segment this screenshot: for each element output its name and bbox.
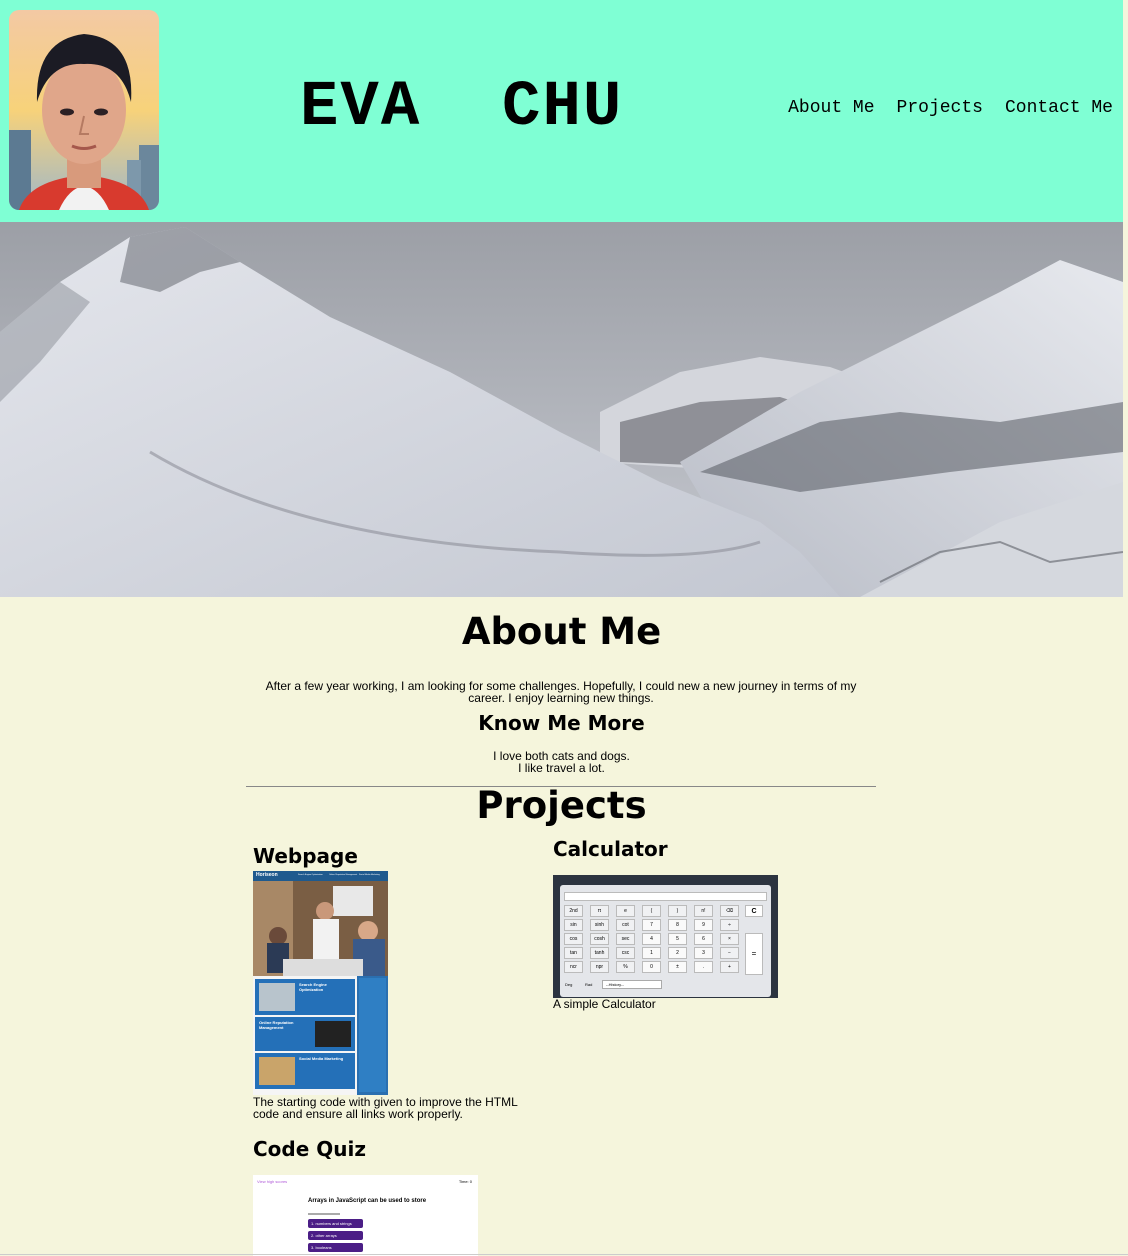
thumb-nav-item: Search Engine Optimization (298, 874, 323, 876)
thumb-section-title: Search Engine Optimization (299, 982, 327, 992)
calc-key: ÷ (720, 919, 739, 931)
calc-display (564, 892, 767, 901)
thumb-section: Online Reputation Management (255, 1017, 355, 1051)
calc-equals-key: = (745, 933, 763, 975)
calc-key: 0 (642, 961, 661, 973)
know-me-more-text: I love both cats and dogs. I like travel… (0, 750, 1123, 774)
project-desc-calculator: A simple Calculator (553, 997, 656, 1011)
know-me-more-heading: Know Me More (478, 711, 645, 735)
calc-key: 8 (668, 919, 687, 931)
calc-key: cot (616, 919, 635, 931)
calc-key: . (694, 961, 713, 973)
calc-body: 2nd π e () n! ⌫ sin sinh cot 7 8 9 ÷ cos cosh sec 4 5 6 × ta… (560, 885, 771, 997)
calc-key: 1 (642, 947, 661, 959)
quiz-underline (308, 1213, 340, 1215)
thumb-sidebar (359, 978, 386, 1092)
calc-mode-deg: Deg (565, 982, 573, 987)
calc-key: × (720, 933, 739, 945)
calc-key: % (616, 961, 635, 973)
quiz-question: Arrays in JavaScript can be used to stor… (308, 1198, 427, 1204)
calc-key: tanh (590, 947, 609, 959)
project-desc-webpage: The starting code with given to improve … (253, 1095, 518, 1121)
calc-key: n! (694, 905, 713, 917)
project-title-code-quiz: Code Quiz (253, 1137, 366, 1161)
thumb-content: Search Engine Optimization Online Reputa… (253, 976, 357, 1095)
project-title-webpage: Webpage (253, 844, 358, 868)
calc-key: 3 (694, 947, 713, 959)
calc-key: sin (564, 919, 583, 931)
quiz-highscores-link: View high scores (257, 1179, 288, 1184)
site-header: EVA CHU About Me Projects Contact Me (0, 0, 1123, 222)
project-thumbnail-calculator[interactable]: 2nd π e () n! ⌫ sin sinh cot 7 8 9 ÷ cos cosh sec 4 5 6 × ta… (553, 875, 778, 998)
calc-key: cos (564, 933, 583, 945)
calc-key: ± (668, 961, 687, 973)
calc-key: π (590, 905, 609, 917)
calc-key: ⌫ (720, 905, 739, 917)
about-me-text: After a few year working, I am looking f… (265, 679, 857, 705)
thumb-nav-item: Online Reputation Management (329, 874, 358, 876)
nav-projects[interactable]: Projects (897, 98, 983, 118)
site-title: EVA CHU (300, 72, 624, 144)
calc-key: 6 (694, 933, 713, 945)
projects-heading: Projects (476, 784, 647, 827)
calc-key: 9 (694, 919, 713, 931)
project-thumbnail-code-quiz[interactable]: View high scores Time: 0 Arrays in JavaS… (253, 1175, 478, 1256)
calc-key: csc (616, 947, 635, 959)
calc-key: 4 (642, 933, 661, 945)
thumb-nav-item: Social Media Marketing (359, 874, 380, 876)
calc-key: sinh (590, 919, 609, 931)
quiz-answer: 3. booleans (308, 1243, 363, 1252)
page-bottom-border (0, 1254, 1128, 1255)
quiz-timer: Time: 0 (458, 1179, 472, 1184)
thumb-section: Social Media Marketing (255, 1053, 355, 1089)
main-nav: About Me Projects Contact Me (788, 98, 1113, 118)
calc-mode-rad: Rad (585, 982, 593, 987)
thumb-section: Search Engine Optimization (255, 979, 355, 1015)
nav-about-me[interactable]: About Me (788, 98, 874, 118)
quiz-answer: 2. other arrays (308, 1231, 363, 1240)
thumb-brand: Horiseon (256, 872, 278, 878)
project-title-calculator: Calculator (553, 837, 668, 861)
calc-key: − (720, 947, 739, 959)
calc-key: 7 (642, 919, 661, 931)
calc-key: ( (642, 905, 661, 917)
calc-key: ncr (564, 961, 583, 973)
calc-key: cosh (590, 933, 609, 945)
calc-key: + (720, 961, 739, 973)
nav-contact-me[interactable]: Contact Me (1005, 98, 1113, 118)
quiz-answer: 1. numbers and strings (308, 1219, 363, 1228)
profile-avatar (9, 10, 159, 210)
calc-key: sec (616, 933, 635, 945)
know-me-line: I like travel a lot. (518, 761, 605, 775)
about-me-heading: About Me (461, 610, 662, 653)
calc-key: tan (564, 947, 583, 959)
calc-key: 2nd (564, 905, 583, 917)
thumb-section-title: Social Media Marketing (299, 1056, 344, 1061)
thumb-hero-photo (253, 881, 388, 976)
calc-key: 5 (668, 933, 687, 945)
thumb-section-title: Online Reputation Management (259, 1020, 294, 1030)
hero-mountain-image (0, 222, 1123, 597)
calc-key: 2 (668, 947, 687, 959)
project-thumbnail-webpage[interactable]: Horiseon Search Engine Optimization Onli… (253, 871, 388, 1095)
calc-history-select: --History-- (602, 980, 662, 989)
calc-clear-key: C (745, 905, 763, 917)
calc-key: ) (668, 905, 687, 917)
calc-key: npr (590, 961, 609, 973)
thumb-navbar: Horiseon Search Engine Optimization Onli… (253, 871, 388, 881)
calc-key: e (616, 905, 635, 917)
